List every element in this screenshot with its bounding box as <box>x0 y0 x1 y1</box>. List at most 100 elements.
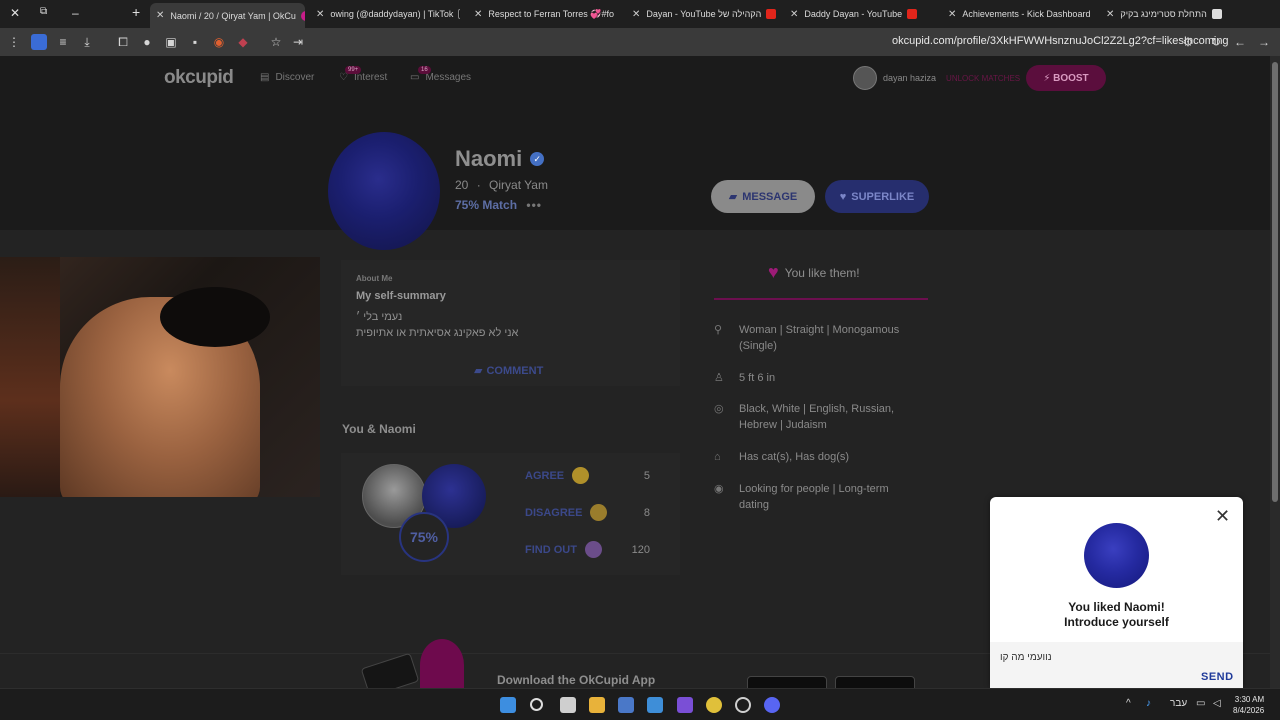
superlike-heart-icon: ♥ <box>839 190 847 203</box>
network-icon[interactable]: ▭ <box>1196 698 1205 709</box>
tab-search-icon[interactable]: ⇥ <box>290 34 306 50</box>
popup-close-icon[interactable]: ✕ <box>1215 506 1230 527</box>
scrollbar-thumb[interactable] <box>1272 62 1278 502</box>
find-out-label: FIND OUT <box>525 543 577 556</box>
microphone-icon[interactable]: ♪ <box>1146 698 1151 709</box>
profile-photo[interactable] <box>328 132 440 250</box>
tiktok-favicon-icon <box>458 9 460 19</box>
tab-youtube-community[interactable]: ✕ Dayan - YouTube הקהילה של <box>626 3 776 25</box>
profile-age: 20 <box>455 178 469 192</box>
photos-icon[interactable] <box>647 697 663 713</box>
globe-icon: ◎ <box>714 403 724 415</box>
chrome-icon[interactable] <box>706 697 722 713</box>
reading-list-icon[interactable]: ≡ <box>55 34 71 50</box>
site-settings-icon[interactable]: ⚙ <box>1180 34 1196 50</box>
new-tab-icon[interactable]: + <box>132 4 140 20</box>
forward-arrow-icon[interactable]: → <box>1256 34 1272 50</box>
okcupid-logo[interactable]: okcupid <box>164 67 234 89</box>
menu-dots-icon[interactable]: ⋮ <box>6 34 22 50</box>
smile-emoji-icon <box>572 467 590 484</box>
discord-icon[interactable] <box>764 697 780 713</box>
store-icon[interactable] <box>618 697 634 713</box>
search-icon[interactable] <box>530 698 543 711</box>
tab-tiktok[interactable]: ✕ owing (@daddydayan) | TikTok <box>310 3 460 25</box>
streamer-hair <box>160 287 270 347</box>
meta-separator: · <box>476 178 481 192</box>
obs-icon[interactable] <box>735 697 751 713</box>
comment-button-label: COMMENT <box>486 364 544 377</box>
extensions-puzzle-icon[interactable]: ⧠ <box>115 34 131 50</box>
reload-icon[interactable]: ↻ <box>1208 34 1224 50</box>
download-icon[interactable]: ⤓ <box>79 34 95 50</box>
agree-row[interactable]: AGREE 5 <box>525 467 650 484</box>
volume-icon[interactable]: ◁ <box>1213 698 1221 709</box>
comment-button[interactable]: ▰ COMMENT <box>474 364 544 378</box>
boost-button[interactable]: ⚡ BOOST <box>1026 65 1106 91</box>
language-indicator[interactable]: עבר <box>1170 698 1187 709</box>
extension-box-icon[interactable]: ▣ <box>163 34 179 50</box>
tab-close-icon[interactable]: ✕ <box>632 9 640 20</box>
upgrade-link[interactable]: UNLOCK MATCHES <box>946 74 1020 83</box>
bookmark-star-icon[interactable]: ☆ <box>268 34 284 50</box>
nav-discover[interactable]: ▤ Discover <box>260 72 314 83</box>
detail-text: Woman | Straight | Monogamous (Single) <box>739 324 900 352</box>
tab-close-icon[interactable]: ✕ <box>1106 9 1114 20</box>
minimize-icon[interactable]: – <box>72 6 79 20</box>
restore-icon[interactable]: ⧉ <box>40 6 47 17</box>
tab-close-icon[interactable]: ✕ <box>948 9 956 20</box>
tab-title: Respect to Ferran Torres 💞#fo <box>488 8 614 19</box>
windows-start-icon[interactable] <box>500 697 516 713</box>
liked-heart-icon: ♥ <box>768 262 779 282</box>
superlike-button[interactable]: ♥ SUPERLIKE <box>825 180 929 213</box>
tray-chevron-icon[interactable]: ^ <box>1126 698 1131 709</box>
extension-red-icon[interactable]: ◆ <box>235 34 251 50</box>
extension-orange-icon[interactable]: ● <box>139 34 155 50</box>
tab-kick-dashboard[interactable]: ✕ Achievements - Kick Dashboard <box>942 3 1092 25</box>
disagree-row[interactable]: DISAGREE 8 <box>525 504 650 521</box>
profile-name-row: Naomi ✓ <box>455 146 545 172</box>
more-options-icon[interactable]: ••• <box>526 198 542 212</box>
tab-youtube-daddy[interactable]: ✕ Daddy Dayan - YouTube <box>784 3 934 25</box>
task-view-icon[interactable] <box>560 697 576 713</box>
extension-dark-icon[interactable]: ▪ <box>187 34 203 50</box>
crystal-ball-icon <box>584 541 602 558</box>
find-out-row[interactable]: FIND OUT 120 <box>525 541 650 558</box>
message-button[interactable]: ▰ MESSAGE <box>711 180 815 213</box>
tab-title: התחלת סטרימינג בקיק <box>1120 9 1207 19</box>
nav-messages[interactable]: ▭ Messages <box>410 72 471 83</box>
clock[interactable]: 3:30 AM 8/4/2026 <box>1233 694 1264 716</box>
youtube-favicon-icon <box>766 9 776 19</box>
eye-icon: ◉ <box>714 483 724 495</box>
pets-icon: ⌂ <box>714 451 721 463</box>
extension-icon[interactable] <box>31 34 47 50</box>
self-summary-title: My self-summary <box>356 290 446 302</box>
address-bar[interactable]: okcupid.com/profile/3XkHFWWHsnznuJoCl2Z2… <box>892 35 1229 47</box>
popup-title-line: You liked Naomi! <box>1068 600 1165 614</box>
tab-title: Achievements - Kick Dashboard <box>962 9 1091 19</box>
popup-avatar <box>1084 523 1149 588</box>
send-button[interactable]: SEND <box>1201 671 1234 683</box>
extension-fire-icon[interactable]: ◉ <box>211 34 227 50</box>
user-menu[interactable]: dayan haziza UNLOCK MATCHES <box>853 66 1020 90</box>
detail-pets: ⌂ Has cat(s), Has dog(s) <box>714 449 914 465</box>
tab-close-icon[interactable]: ✕ <box>316 9 324 20</box>
intro-message-text[interactable]: נוועמי מה קו <box>1000 652 1052 663</box>
tab-okcupid[interactable]: ✕ Naomi / 20 / Qiryat Yam | OkCu <box>150 3 305 28</box>
file-explorer-icon[interactable] <box>589 697 605 713</box>
detail-looking-for: ◉ Looking for people | Long-term dating <box>714 481 914 513</box>
google-play-button[interactable] <box>835 676 915 688</box>
nav-interest[interactable]: ♡ Interest <box>339 72 387 83</box>
app-purple-icon[interactable] <box>677 697 693 713</box>
window-close-icon[interactable]: ✕ <box>10 6 20 20</box>
interest-count-badge: 99+ <box>345 66 362 74</box>
tab-youtube-ferran[interactable]: ✕ Respect to Ferran Torres 💞#fo <box>468 3 618 25</box>
tab-kick-streaming[interactable]: ✕ התחלת סטרימינג בקיק <box>1100 3 1250 25</box>
tab-close-icon[interactable]: ✕ <box>156 10 164 21</box>
youtube-favicon-icon <box>907 9 918 19</box>
back-arrow-icon[interactable]: ← <box>1232 34 1248 50</box>
tab-close-icon[interactable]: ✕ <box>474 9 482 20</box>
popup-subtitle-line: Introduce yourself <box>1064 615 1169 629</box>
clock-date: 8/4/2026 <box>1233 706 1265 715</box>
tab-close-icon[interactable]: ✕ <box>790 9 798 20</box>
app-store-button[interactable] <box>747 676 827 688</box>
